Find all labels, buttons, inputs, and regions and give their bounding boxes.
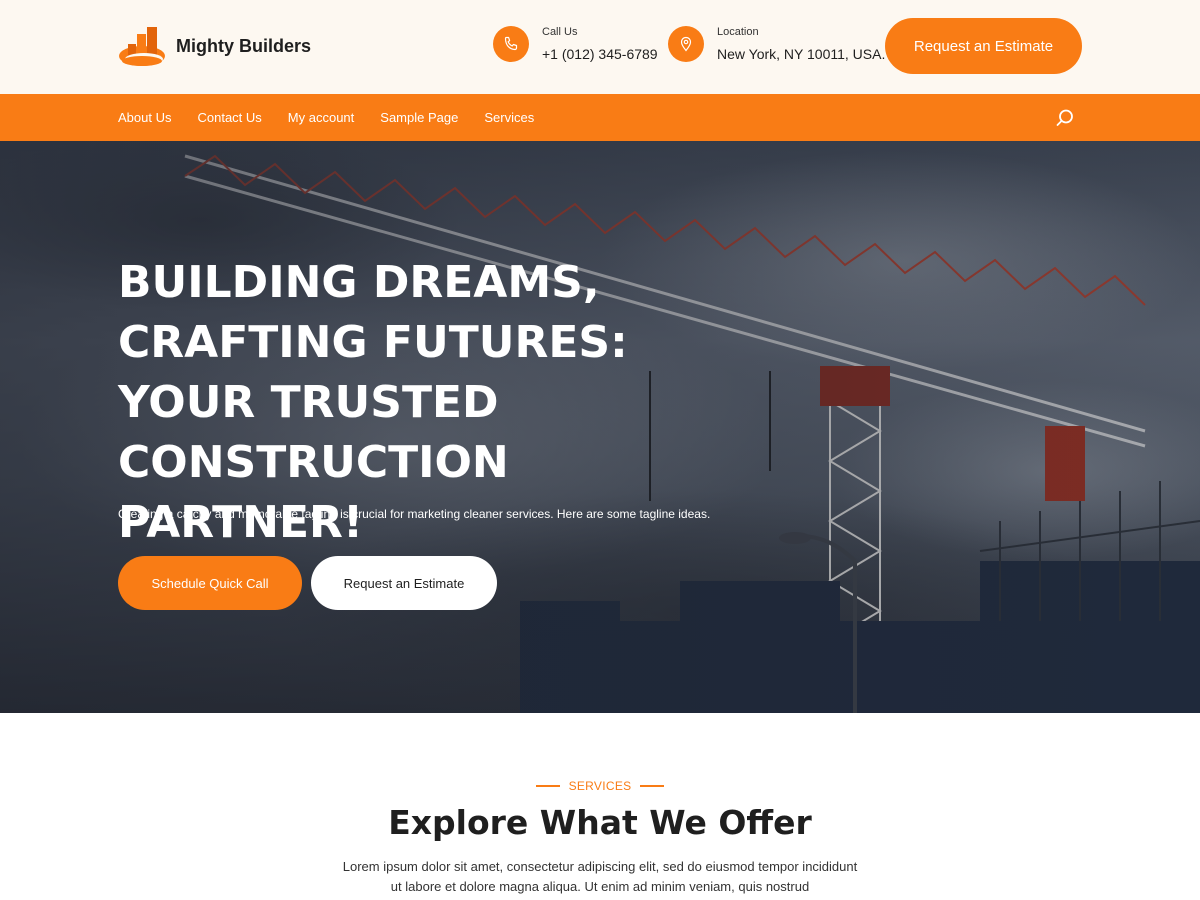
main-nav: About Us Contact Us My account Sample Pa… [0, 94, 1200, 141]
eyebrow-line-left [535, 785, 560, 787]
nav-item-contact-us[interactable]: Contact Us [197, 110, 261, 125]
search-icon[interactable] [1055, 108, 1075, 128]
brand-name: Mighty Builders [176, 35, 312, 56]
call-label: Call Us [542, 26, 578, 38]
eyebrow-label: SERVICES [568, 779, 632, 793]
services-description: Lorem ipsum dolor sit amet, consectetur … [342, 859, 858, 894]
top-header: Mighty Builders Call Us +1 (012) 345-678… [0, 0, 1200, 94]
contact-location: Location New York, NY 10011, USA. [668, 26, 885, 62]
services-section: SERVICES Explore What We Offer Lorem ips… [0, 713, 1200, 900]
contact-call: Call Us +1 (012) 345-6789 [493, 26, 658, 62]
phone-icon [504, 36, 518, 51]
eyebrow-line-right [640, 785, 665, 787]
nav-item-sample-page[interactable]: Sample Page [380, 110, 458, 125]
phone-icon-circle [493, 26, 529, 62]
nav-item-services[interactable]: Services [484, 110, 534, 125]
brand-logo[interactable]: Mighty Builders [118, 24, 311, 68]
hero-subtitle: Creating a catchy and memorable tagline … [118, 507, 711, 521]
services-title: Explore What We Offer [388, 803, 812, 842]
building-logo-icon [119, 27, 165, 66]
nav-item-about-us[interactable]: About Us [118, 110, 171, 125]
schedule-quick-call-button[interactable]: Schedule Quick Call [118, 556, 302, 610]
map-pin-icon-circle [668, 26, 704, 62]
services-eyebrow: SERVICES [0, 779, 1200, 793]
request-estimate-button[interactable]: Request an Estimate [885, 18, 1082, 74]
call-value[interactable]: +1 (012) 345-6789 [542, 46, 658, 62]
hero-section: BUILDING DREAMS, CRAFTING FUTURES: YOUR … [0, 141, 1200, 713]
map-pin-icon [680, 36, 692, 52]
location-value: New York, NY 10011, USA. [717, 46, 886, 62]
nav-item-my-account[interactable]: My account [288, 110, 354, 125]
location-label: Location [717, 26, 759, 38]
hero-request-estimate-button[interactable]: Request an Estimate [311, 556, 497, 610]
